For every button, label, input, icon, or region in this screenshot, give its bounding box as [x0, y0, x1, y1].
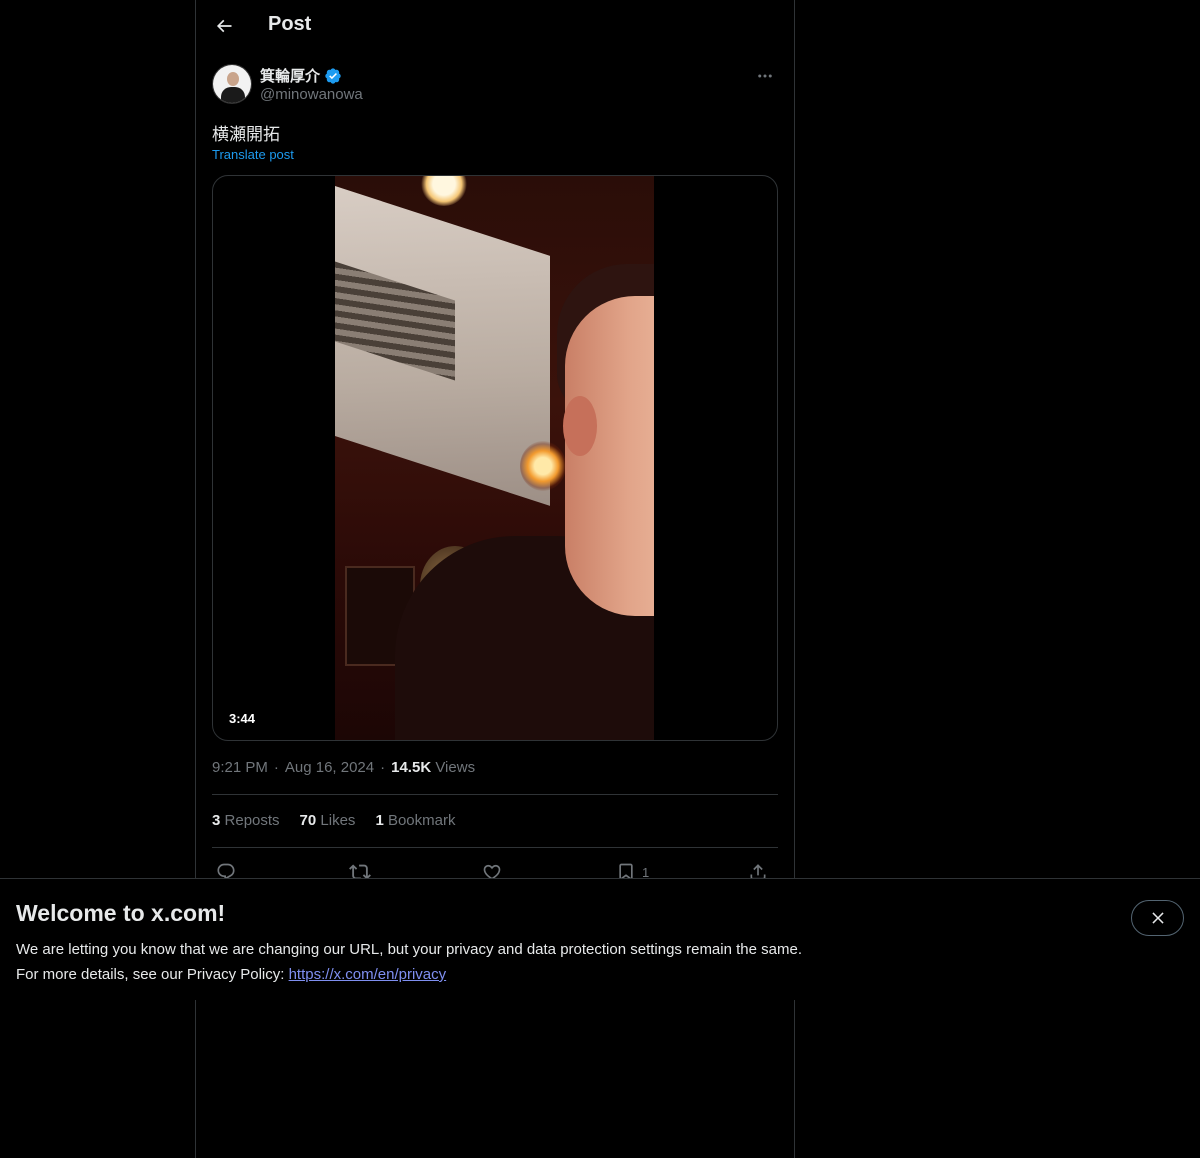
- back-button[interactable]: [208, 10, 240, 42]
- banner-line-1: We are letting you know that we are chan…: [16, 941, 802, 958]
- more-options-button[interactable]: [748, 64, 782, 88]
- views[interactable]: 14.5K Views: [391, 759, 475, 776]
- bookmarks-stat[interactable]: 1 Bookmark: [375, 812, 455, 829]
- page-title: Post: [268, 13, 312, 35]
- bookmarks-label: Bookmark: [387, 812, 456, 829]
- post-text: 横瀬開拓: [212, 125, 280, 145]
- author-display-name: 箕輪厚介: [260, 68, 321, 85]
- post-date[interactable]: Aug 16, 2024: [285, 759, 374, 776]
- welcome-banner: Welcome to x.com! We are letting you kno…: [0, 878, 1200, 1000]
- likes-label: Likes: [320, 812, 356, 829]
- likes-count: 70: [299, 812, 317, 829]
- post-metadata: 9:21 PM · Aug 16, 2024 · 14.5K Views: [212, 759, 475, 776]
- divider: [212, 847, 778, 848]
- arrow-left-icon: [216, 19, 232, 33]
- more-dots-icon: [758, 74, 772, 78]
- likes-stat[interactable]: 70 Likes: [300, 812, 356, 829]
- post-author: 箕輪厚介 @minowanowa: [212, 64, 782, 108]
- post-time[interactable]: 9:21 PM: [212, 759, 268, 776]
- post-header: Post: [196, 0, 796, 54]
- author-handle[interactable]: @minowanowa: [260, 86, 363, 103]
- banner-line-2: For more details, see our Privacy Policy…: [16, 962, 1016, 987]
- reposts-count: 3: [212, 812, 221, 829]
- verified-badge-icon: [325, 67, 341, 84]
- post-stats: 3 Reposts 70 Likes 1 Bookmark: [212, 812, 455, 829]
- video-player[interactable]: 3:44: [212, 175, 778, 741]
- reposts-label: Reposts: [224, 812, 280, 829]
- views-label: Views: [435, 759, 476, 776]
- divider: [212, 794, 778, 795]
- reposts-stat[interactable]: 3 Reposts: [212, 812, 280, 829]
- meta-separator: ·: [380, 759, 386, 776]
- close-icon: [1151, 912, 1164, 924]
- bookmarks-count: 1: [375, 812, 384, 829]
- banner-title: Welcome to x.com!: [16, 900, 226, 926]
- video-duration: 3:44: [229, 711, 256, 726]
- meta-separator: ·: [273, 759, 279, 776]
- banner-line-2-prefix: For more details, see our Privacy Policy…: [16, 966, 289, 983]
- avatar[interactable]: [212, 64, 252, 104]
- author-name-link[interactable]: 箕輪厚介: [260, 65, 342, 86]
- views-count: 14.5K: [391, 759, 432, 776]
- banner-message: We are letting you know that we are chan…: [16, 937, 1016, 987]
- translate-post-link[interactable]: Translate post: [212, 147, 294, 162]
- video-frame: [335, 176, 654, 740]
- privacy-policy-link[interactable]: https://x.com/en/privacy: [289, 966, 447, 983]
- close-banner-button[interactable]: [1131, 900, 1184, 936]
